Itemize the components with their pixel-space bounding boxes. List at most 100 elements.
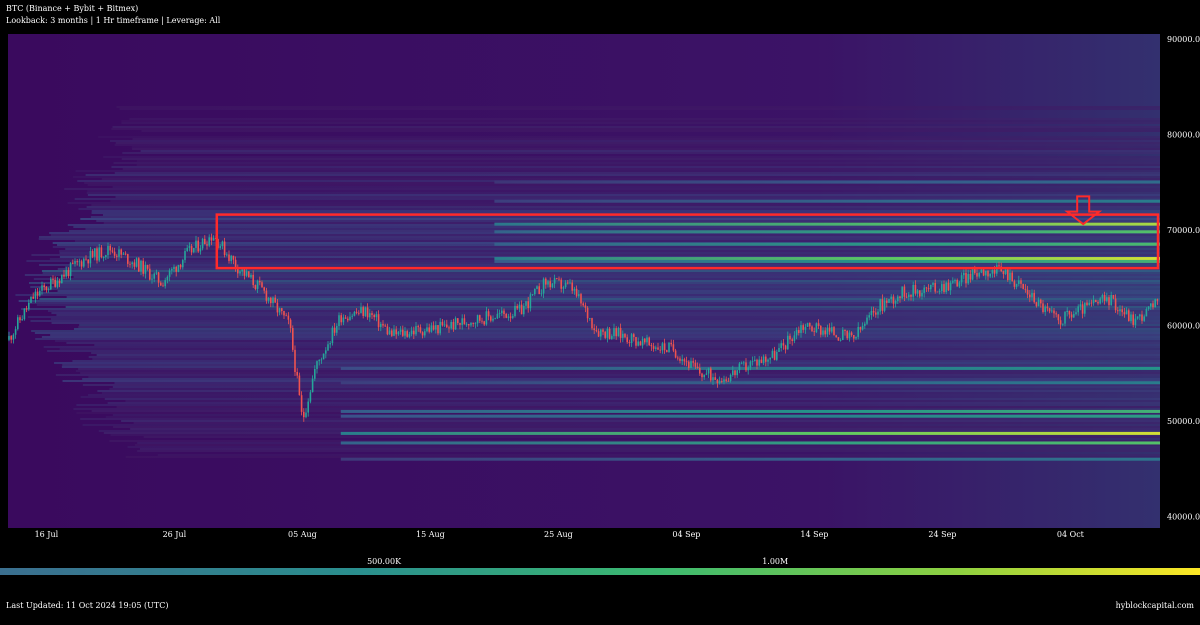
candle-body xyxy=(650,345,653,347)
candle-body xyxy=(309,392,312,402)
density-band xyxy=(31,330,1160,332)
density-band xyxy=(121,122,1160,124)
density-band xyxy=(119,108,1160,110)
candle-body xyxy=(798,330,800,333)
density-band xyxy=(143,436,1160,438)
candle-body xyxy=(573,288,576,291)
candle-body xyxy=(292,328,294,350)
candle-body xyxy=(113,251,116,256)
density-band xyxy=(40,292,1160,294)
candle-body xyxy=(430,325,433,332)
density-band xyxy=(39,264,1160,266)
candle-body xyxy=(844,329,846,332)
density-band xyxy=(36,304,1160,306)
candle-body xyxy=(615,328,617,337)
candle-body xyxy=(395,329,397,335)
candle-body xyxy=(514,305,516,317)
density-band xyxy=(92,358,1160,360)
candle-body xyxy=(360,307,362,314)
density-band xyxy=(104,398,1160,400)
candle-body xyxy=(1141,314,1143,321)
candle-body xyxy=(670,342,672,345)
candle-body xyxy=(1101,295,1104,299)
candle-body xyxy=(76,261,78,263)
density-band xyxy=(73,226,1160,228)
candle-body xyxy=(553,278,556,284)
colorbar-tick-label: 1.00M xyxy=(762,557,789,566)
candle-body xyxy=(567,282,569,284)
candle-body xyxy=(316,361,318,370)
candle-body xyxy=(190,246,193,253)
candle-body xyxy=(241,269,243,272)
candle-body xyxy=(971,267,974,280)
candle-body xyxy=(668,342,670,352)
density-band xyxy=(65,306,1160,308)
candle-body xyxy=(1143,316,1145,321)
y-tick-label: 90000.0 xyxy=(1167,35,1200,44)
candle-body xyxy=(65,270,67,277)
candle-body xyxy=(177,264,180,272)
candle-body xyxy=(424,331,426,336)
candle-body xyxy=(89,250,92,264)
candle-body xyxy=(267,297,270,301)
candle-body xyxy=(239,271,241,274)
candle-body xyxy=(375,314,378,318)
candle-body xyxy=(417,326,419,328)
candle-body xyxy=(142,260,144,274)
candle-body xyxy=(127,254,129,264)
candle-body xyxy=(303,411,305,418)
candle-body xyxy=(470,322,472,326)
density-band xyxy=(141,130,1160,132)
candle-body xyxy=(985,270,987,276)
density-band xyxy=(50,280,1160,282)
candle-body xyxy=(1152,303,1154,308)
liquidation-level xyxy=(494,242,1160,246)
liquidation-level xyxy=(494,259,1160,263)
density-band xyxy=(122,152,1160,154)
candle-body xyxy=(347,318,349,321)
density-band xyxy=(30,320,1160,322)
density-band xyxy=(86,206,1160,208)
candle-body xyxy=(32,296,34,299)
density-band xyxy=(34,332,1160,334)
candle-body xyxy=(63,274,65,277)
candle-body xyxy=(879,299,881,312)
liquidation-level xyxy=(494,180,1160,184)
density-band xyxy=(80,418,1160,420)
density-band xyxy=(74,240,1160,242)
candle-body xyxy=(877,311,879,315)
candle-body xyxy=(560,279,562,289)
density-band xyxy=(35,338,1160,340)
liquidation-level xyxy=(340,431,1160,435)
candle-body xyxy=(853,335,855,339)
candle-body xyxy=(483,321,485,325)
candle-body xyxy=(468,324,470,326)
candle-body xyxy=(527,301,529,309)
candle-body xyxy=(1123,312,1126,315)
candle-body xyxy=(338,315,340,327)
candle-body xyxy=(595,330,598,332)
candle-body xyxy=(386,326,389,335)
candle-body xyxy=(703,374,705,378)
density-band xyxy=(115,196,1160,198)
liquidation-level xyxy=(494,230,1160,234)
candle-body xyxy=(716,379,719,384)
last-updated: Last Updated: 11 Oct 2024 19:05 (UTC) xyxy=(6,601,169,610)
candle-body xyxy=(1130,314,1132,322)
candle-body xyxy=(140,260,142,272)
candle-body xyxy=(410,330,413,335)
candle-body xyxy=(701,373,703,378)
candle-body xyxy=(815,323,818,333)
candle-body xyxy=(1121,309,1123,313)
candle-body xyxy=(787,335,789,350)
candle-body xyxy=(1147,306,1150,310)
brand-link[interactable]: hyblockcapital.com xyxy=(1116,601,1194,611)
candle-body xyxy=(767,359,769,362)
candle-body xyxy=(135,258,138,267)
candle-body xyxy=(397,331,400,335)
candle-body xyxy=(903,286,906,297)
candle-body xyxy=(428,327,430,332)
candle-body xyxy=(474,323,477,324)
candle-body xyxy=(1033,292,1035,303)
candle-body xyxy=(184,250,186,261)
